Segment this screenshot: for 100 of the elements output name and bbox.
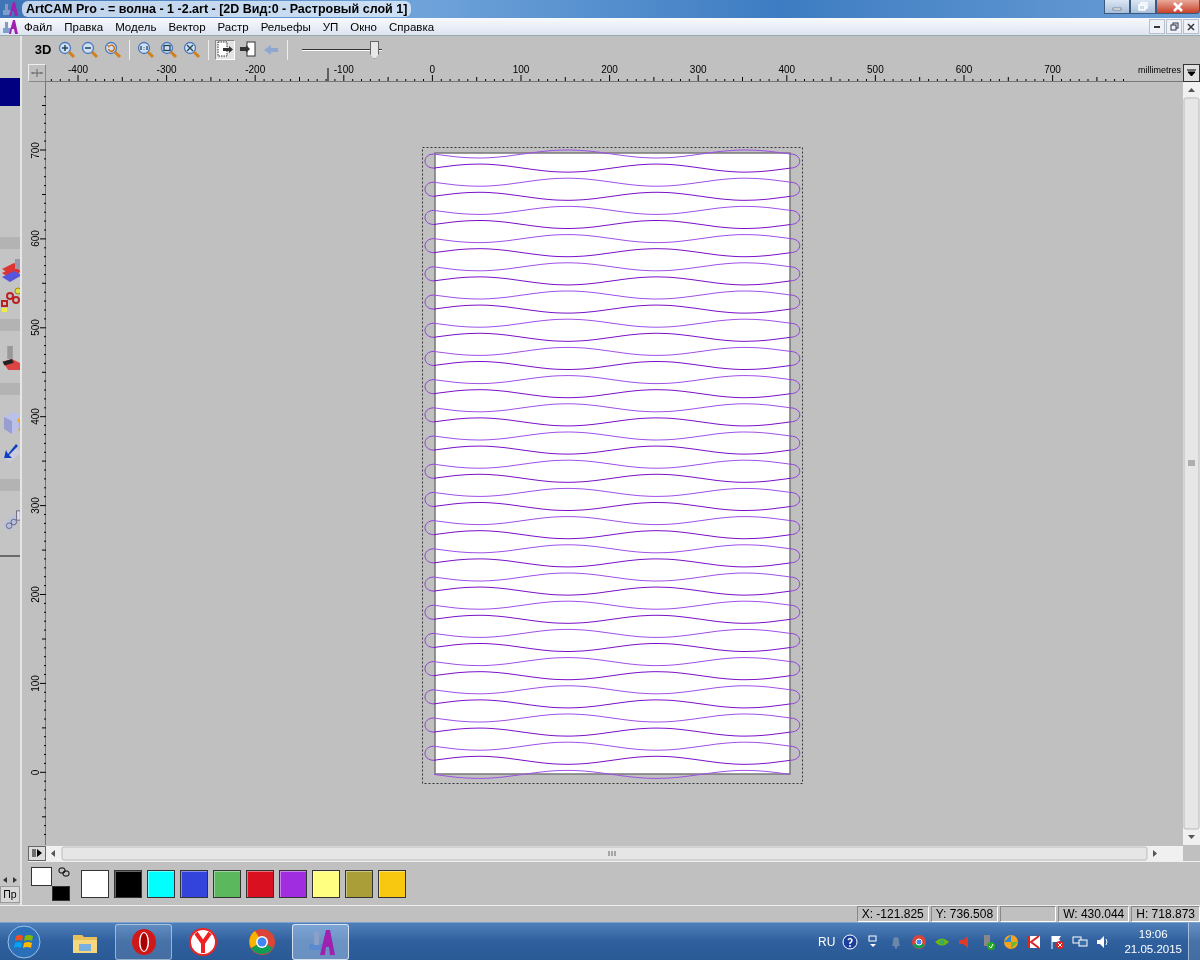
color-swatch[interactable]	[114, 869, 142, 898]
windows-logo-icon	[7, 924, 41, 959]
app-logo-icon[interactable]	[2, 18, 18, 35]
show-desktop-button[interactable]	[1188, 922, 1200, 960]
arrow-into-page-icon	[239, 41, 257, 59]
ruler-label: 200	[30, 586, 41, 603]
close-icon	[1172, 1, 1184, 12]
height-value: H: 718.873	[1131, 906, 1200, 922]
close-icon	[1187, 22, 1195, 31]
network-icon[interactable]	[1072, 933, 1089, 950]
zoom-slider[interactable]	[302, 40, 382, 60]
menu-item[interactable]: Справка	[383, 18, 441, 35]
ruler-label: 700	[30, 141, 41, 159]
menu-item[interactable]: Правка	[58, 18, 110, 35]
status-field	[1000, 906, 1057, 922]
ruler-label: 100	[30, 675, 41, 692]
ruler-label: 600	[955, 64, 973, 75]
colorful-ball-icon[interactable]	[1003, 933, 1020, 950]
panel-toggle-button[interactable]	[28, 845, 46, 861]
menu-item[interactable]: Рельефы	[254, 18, 317, 35]
flag-error-icon[interactable]	[1049, 933, 1066, 950]
color-swatch[interactable]	[246, 869, 274, 898]
zoom-previous-button[interactable]	[103, 40, 123, 60]
ruler-label: 100	[512, 64, 530, 75]
view-3d-button[interactable]: 3D	[32, 40, 54, 60]
zoom-actual-button[interactable]	[136, 40, 156, 60]
maximize-button[interactable]	[1130, 0, 1156, 14]
color-swatch[interactable]	[345, 869, 373, 898]
shapes-icon[interactable]	[0, 287, 20, 313]
clock-date[interactable]: 21.05.2015	[1124, 941, 1182, 957]
language-indicator[interactable]: RU	[818, 932, 836, 951]
width-value: W: 430.044	[1058, 906, 1130, 922]
restore-icon	[1138, 2, 1148, 11]
minimize-button[interactable]	[1149, 19, 1165, 34]
panel-header	[0, 78, 20, 106]
menu-item[interactable]: Файл	[18, 18, 59, 35]
help-icon[interactable]	[842, 933, 859, 950]
k-shield-icon[interactable]	[1026, 933, 1043, 950]
ruler-label: -100	[333, 64, 354, 75]
page-arrow-button[interactable]	[215, 40, 235, 60]
clock-time[interactable]: 19:06	[1138, 926, 1168, 942]
chrome-logo-icon	[246, 926, 277, 957]
color-swatch[interactable]	[312, 869, 340, 898]
close-button[interactable]	[1156, 0, 1200, 14]
caret-icon	[1186, 68, 1197, 78]
start-button[interactable]	[4, 923, 44, 960]
secondary-color-swatch[interactable]	[52, 885, 70, 901]
zoom-out-button[interactable]	[80, 40, 100, 60]
color-swatch[interactable]	[81, 869, 109, 898]
color-swatch[interactable]	[279, 869, 307, 898]
color-swatch[interactable]	[213, 869, 241, 898]
ruler-label: 700	[1044, 64, 1061, 75]
ruler-label: 400	[778, 64, 796, 75]
zoom-actual-icon	[137, 41, 155, 59]
minimize-button[interactable]	[1104, 0, 1130, 14]
ruler-label: 400	[30, 408, 41, 426]
ruler-label: 0	[30, 769, 41, 776]
zoom-fit-button[interactable]	[182, 40, 202, 60]
zoom-out-icon	[81, 41, 99, 59]
taskbar-app-button[interactable]	[115, 923, 172, 960]
zoom-fit-icon	[183, 41, 201, 59]
ruler-unit: millimetres	[1138, 65, 1181, 75]
ruler-label: 500	[867, 64, 884, 75]
color-swatch[interactable]	[180, 869, 208, 898]
layers-icon[interactable]	[0, 257, 20, 283]
x-coordinate: X: -121.825	[856, 906, 929, 922]
panel-tab[interactable]: Пр	[0, 886, 20, 903]
ruler-label: 200	[601, 64, 618, 75]
menu-item[interactable]: Модель	[109, 18, 163, 35]
taskbar-app-button[interactable]	[292, 923, 349, 960]
yandex-logo-icon	[187, 926, 218, 957]
menu-item[interactable]: Растр	[211, 18, 255, 35]
ruler-label: -400	[68, 64, 88, 75]
menu-item[interactable]: УП	[316, 18, 345, 35]
ruler-label: -200	[245, 64, 266, 75]
ruler-label: 300	[689, 64, 707, 75]
slider-thumb[interactable]	[370, 41, 379, 59]
zoom-previous-icon	[104, 41, 122, 59]
y-coordinate: Y: 736.508	[930, 906, 999, 922]
cutting-tool-icon[interactable]	[0, 345, 20, 371]
bar-arrow-icon	[31, 848, 43, 858]
swap-colors-icon[interactable]	[58, 866, 70, 877]
restore-button[interactable]	[1166, 19, 1182, 34]
close-button[interactable]	[1183, 19, 1199, 34]
arrow-into-page-button[interactable]	[238, 40, 258, 60]
ruler-label: 500	[30, 319, 41, 337]
color-swatch[interactable]	[147, 869, 175, 898]
units-dropdown-button[interactable]	[1183, 64, 1200, 82]
chrome-logo-icon[interactable]	[911, 933, 928, 950]
color-swatch[interactable]	[378, 869, 406, 898]
zoom-box-button[interactable]	[159, 40, 179, 60]
app-logo-icon	[2, 1, 18, 17]
primary-color-swatch[interactable]	[31, 866, 52, 886]
zoom-box-icon	[160, 41, 178, 59]
zoom-in-button[interactable]	[57, 40, 77, 60]
window-title: ArtCAM Pro - = волна - 1 -2.art - [2D Вид:0 - Растровый слой 1]	[22, 1, 412, 17]
menu-item[interactable]: Вектор	[162, 18, 212, 35]
zoom-in-icon	[58, 41, 76, 59]
restore-icon	[1169, 22, 1179, 31]
menu-item[interactable]: Окно	[344, 18, 383, 35]
